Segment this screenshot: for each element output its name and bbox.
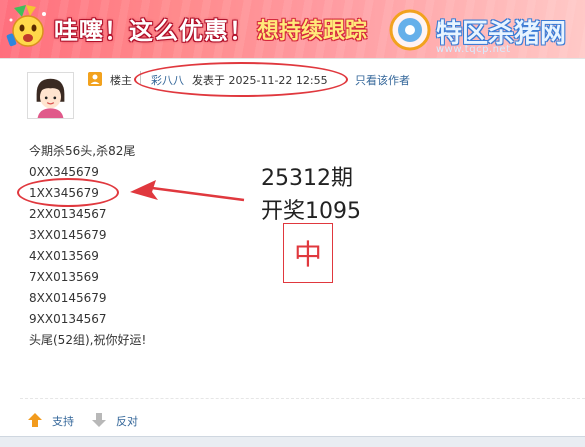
only-author-link[interactable]: 只看该作者	[355, 72, 410, 88]
period-label: 25312期	[261, 166, 353, 191]
post-line: 9XX0134567	[29, 312, 107, 326]
watermark-url: www.tqcp.net	[436, 44, 511, 55]
party-mascot-icon	[6, 5, 46, 47]
highlight-ellipse-line	[17, 178, 119, 207]
banner-subline: 想持续跟踪	[257, 19, 368, 44]
promo-banner[interactable]: 哇噻！这么优惠！ 想持续跟踪 特区杀猪网 www.tqcp.net	[0, 0, 585, 58]
banner-headline: 哇噻！这么优惠！	[54, 17, 254, 45]
site-logo-icon	[389, 9, 431, 51]
highlight-ellipse-header	[134, 62, 348, 97]
actions-divider	[20, 398, 585, 399]
arrow-up-icon[interactable]	[28, 413, 42, 427]
post-line: 今期杀56头,杀82尾	[29, 144, 136, 158]
post-line: 7XX013569	[29, 270, 99, 284]
post-content: 今期杀56头,杀82尾 0XX345679 1XX345679 2XX01345…	[29, 141, 146, 351]
arrow-left-icon	[130, 180, 245, 202]
oppose-button[interactable]: 反对	[116, 413, 138, 429]
post-line: 8XX0145679	[29, 291, 107, 305]
author-badge-icon	[88, 72, 102, 86]
post-line: 3XX0145679	[29, 228, 107, 242]
author-tag: 楼主	[110, 74, 132, 87]
hit-stamp: 中	[283, 223, 333, 283]
bottom-bar	[0, 436, 585, 447]
avatar[interactable]	[27, 72, 74, 119]
support-button[interactable]: 支持	[52, 413, 74, 429]
arrow-down-icon[interactable]	[92, 413, 106, 427]
draw-result-label: 开奖1095	[261, 199, 361, 224]
post-line: 4XX013569	[29, 249, 99, 263]
post-line: 头尾(52组),祝你好运!	[29, 333, 147, 347]
